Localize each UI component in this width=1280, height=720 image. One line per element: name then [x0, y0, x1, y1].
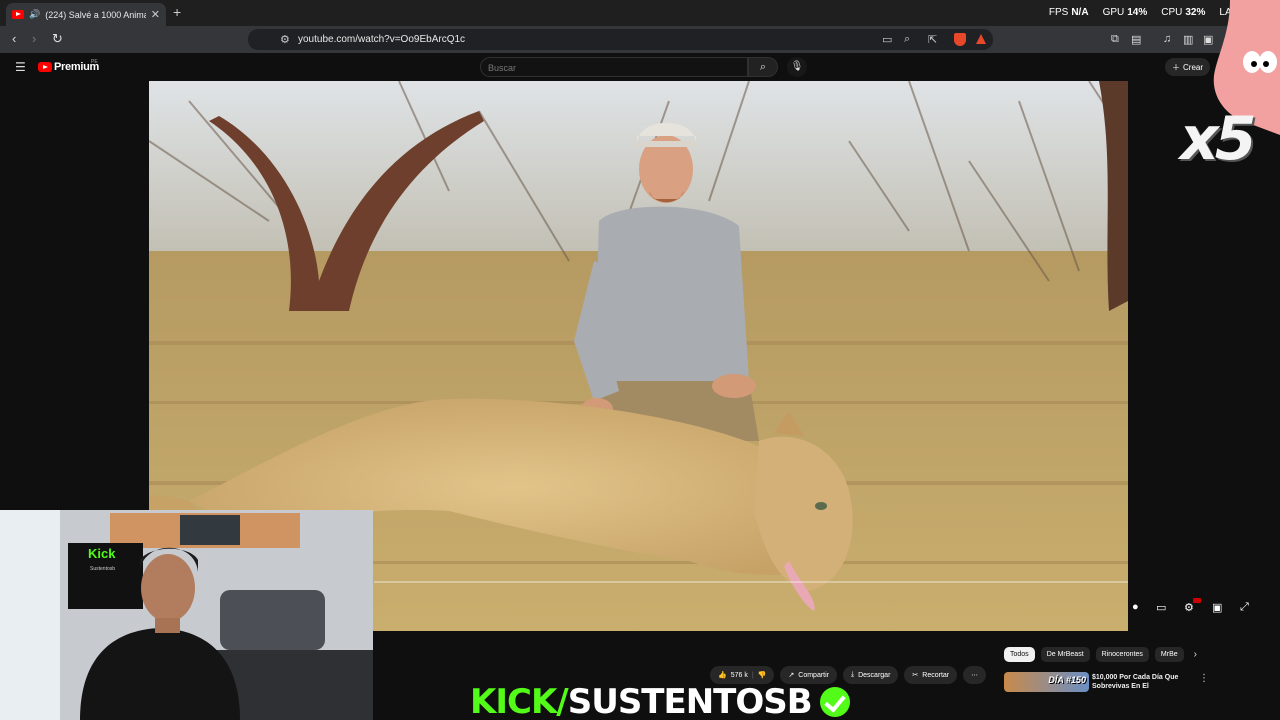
music-icon[interactable]: ♫	[1163, 33, 1171, 45]
brave-shield-icon[interactable]	[954, 33, 966, 46]
rewards-icon[interactable]	[976, 34, 986, 44]
recommendation-title[interactable]: $10,000 Por Cada Día Que Sobrevivas En E…	[1092, 673, 1197, 691]
more-vertical-icon[interactable]: ⋮	[1199, 673, 1209, 684]
theater-mode-icon[interactable]: ▣	[1212, 601, 1222, 614]
more-horizontal-icon: ⋯	[971, 672, 979, 679]
cpu-readout: CPU 32%	[1161, 7, 1206, 18]
thumbs-down-icon[interactable]: 👎	[758, 671, 767, 679]
fullscreen-icon[interactable]: ⤢	[1240, 601, 1249, 614]
filter-chips: Todos De MrBeast Rinocerontes MrBe ›	[1004, 647, 1197, 662]
create-button[interactable]: ＋ Crear	[1165, 58, 1211, 76]
search-input[interactable]	[481, 59, 747, 77]
search-button[interactable]: ⌕	[748, 57, 778, 77]
chip-all[interactable]: Todos	[1004, 647, 1035, 662]
recommendation-thumbnail[interactable]: DÍA #150	[1004, 672, 1089, 692]
create-label: Crear	[1183, 62, 1204, 72]
more-actions-button[interactable]: ⋯	[963, 666, 987, 684]
kick-channel-overlay: KICK/ SUSTENTOSB	[470, 682, 850, 720]
sidebar-icon[interactable]: ▥	[1183, 33, 1193, 46]
multiplier-overlay: x5	[1180, 104, 1256, 174]
verified-check-icon	[819, 687, 850, 717]
download-button[interactable]: ⤓ Descargar	[843, 666, 899, 684]
chip-mrbeast[interactable]: De MrBeast	[1040, 647, 1090, 662]
thumbs-up-icon: 👍	[718, 672, 727, 679]
tab-title: (224) Salvé a 1000 Animales de	[45, 9, 146, 20]
subtitles-icon[interactable]: ▭	[1156, 601, 1166, 614]
reader-icon[interactable]: ▤	[1131, 33, 1141, 46]
forward-icon[interactable]: ›	[32, 31, 36, 46]
thumbnail-label: DÍA #150	[1048, 675, 1086, 685]
search-icon: ⌕	[759, 61, 767, 73]
video-progress-bar[interactable]	[374, 581, 1128, 583]
cast-icon[interactable]: ▭	[882, 33, 892, 46]
youtube-favicon-icon	[12, 10, 24, 19]
url-text[interactable]: youtube.com/watch?v=Oo9EbArcQ1c	[298, 34, 465, 45]
kick-channel-name: SUSTENTOSB	[567, 682, 813, 720]
share-label: Compartir	[798, 671, 829, 679]
browser-tab-strip: 🔊 (224) Salvé a 1000 Animales de ✕ + FPS…	[0, 0, 1280, 26]
download-label: Descargar	[858, 671, 891, 679]
scissors-icon: ✂	[912, 672, 919, 679]
region-code: PE	[91, 59, 98, 65]
extensions-icon[interactable]: ⧉	[1111, 33, 1119, 46]
gpu-readout: GPU 14%	[1102, 7, 1148, 18]
kick-prefix: KICK/	[470, 682, 569, 720]
shirt-kick-text: Kick	[88, 546, 116, 561]
clip-button[interactable]: ✂ Recortar	[904, 666, 958, 684]
voice-search-button[interactable]: 🎙	[787, 57, 807, 77]
chevron-right-icon[interactable]: ›	[1194, 649, 1197, 660]
clip-label: Recortar	[922, 671, 950, 679]
download-icon: ⤓	[851, 671, 855, 678]
browser-tab-youtube[interactable]: 🔊 (224) Salvé a 1000 Animales de ✕	[6, 3, 166, 26]
reload-icon[interactable]: ↻	[52, 31, 63, 47]
microphone-icon: 🎙	[790, 61, 804, 72]
webcam-frame: Kick Sustentosb	[0, 510, 373, 720]
chip-mrbeast-more[interactable]: MrBe	[1154, 647, 1184, 662]
youtube-logo-icon[interactable]	[38, 62, 52, 72]
shirt-sub-text: Sustentosb	[90, 566, 115, 572]
browser-toolbar: ‹ › ↻ 🔖 ⚙ youtube.com/watch?v=Oo9EbArcQ1…	[0, 26, 1280, 53]
hamburger-menu-icon[interactable]: ☰	[15, 60, 26, 74]
speaker-icon[interactable]: 🔊	[29, 9, 40, 20]
youtube-header: ☰ Premium PE ⌕ 🎙 ＋ Crear 🔔	[0, 53, 1280, 81]
hd-badge	[1193, 598, 1201, 603]
fps-readout: FPS N/A	[1048, 7, 1089, 18]
close-tab-icon[interactable]: ✕	[151, 8, 160, 21]
chip-rhinos[interactable]: Rinocerontes	[1095, 647, 1149, 662]
new-tab-button[interactable]: +	[173, 4, 181, 20]
plus-icon: ＋	[1172, 62, 1180, 72]
zoom-icon[interactable]: ⌕	[904, 33, 910, 46]
back-icon[interactable]: ‹	[12, 31, 16, 46]
share-icon: ↗	[788, 672, 795, 679]
share-page-icon[interactable]: ⇱	[928, 33, 937, 46]
autoplay-toggle-icon[interactable]: ●	[1132, 601, 1139, 613]
search-box[interactable]	[480, 57, 748, 77]
site-info-icon[interactable]: ⚙	[280, 33, 290, 46]
like-count: 576 k	[730, 671, 748, 679]
streamer-webcam: Kick Sustentosb	[0, 510, 373, 720]
address-bar[interactable]: ⚙ youtube.com/watch?v=Oo9EbArcQ1c ▭ ⌕ ⇱	[248, 29, 993, 50]
settings-gear-icon[interactable]: ⚙	[1184, 601, 1194, 614]
